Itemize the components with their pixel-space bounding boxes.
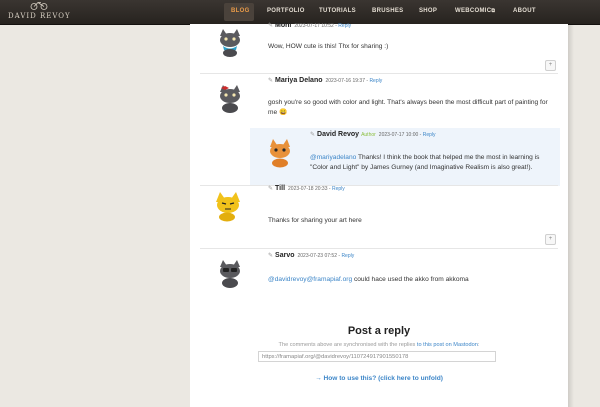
mention-link[interactable]: @davidrevoy@framapiaf.org xyxy=(268,276,352,283)
mastodon-post-link[interactable]: to this post on Mastodon xyxy=(417,342,478,348)
comment-mariya-delano: ✎ Mariya Delano 2023-07-16 19:37 - Reply g… xyxy=(190,74,568,124)
reply-link[interactable]: Reply xyxy=(369,78,382,84)
comment-body: @davidrevoy@framapiaf.org could hace use… xyxy=(268,275,558,285)
nested-reply: ✎ David Revoy Author 2023-07-17 10:00 - Rep… xyxy=(250,128,560,186)
comment-date[interactable]: 2023-07-17 10:52 xyxy=(294,23,333,29)
comment-author[interactable]: Mariya Delano xyxy=(275,77,322,84)
post-reply-title: Post a reply xyxy=(347,325,411,337)
reply-link[interactable]: Reply xyxy=(341,253,354,259)
expand-plus-icon[interactable]: + xyxy=(545,60,556,71)
cat-orange-icon xyxy=(270,139,290,168)
comment-date[interactable]: 2023-07-18 20:33 xyxy=(288,186,327,192)
nav-brushes[interactable]: BRUSHES xyxy=(372,8,403,14)
comments-page: ✎ Mohi 2023-07-17 10:52 - Reply Wow, HOW c… xyxy=(190,22,568,407)
comment-body: gosh you're so good with color and light… xyxy=(268,99,548,116)
reply-link[interactable]: Reply xyxy=(338,23,351,29)
comment-header: ✎ Mariya Delano 2023-07-16 19:37 - Reply xyxy=(268,77,382,84)
pen-icon: ✎ xyxy=(268,78,274,84)
comment-body-text: could hace used the akko from akkoma xyxy=(352,276,469,283)
nav-webcomic[interactable]: WEBCOMIC⧉ xyxy=(455,8,495,14)
comment-author[interactable]: Till xyxy=(275,185,285,192)
sync-notice: The comments above are synchronised with… xyxy=(190,342,568,348)
nav-blog[interactable]: BLOG xyxy=(231,8,250,14)
comment-sarvo: ✎ Sarvo 2023-07-23 07:52 - Reply @davidrev… xyxy=(190,249,568,299)
cat-gray-glasses-icon xyxy=(220,260,240,288)
nav-webcomic-label: WEBCOMIC xyxy=(455,8,492,14)
sync-notice-text: The comments above are synchronised with… xyxy=(278,342,416,348)
nav-shop[interactable]: SHOP xyxy=(419,8,437,14)
external-link-icon: ⧉ xyxy=(491,8,496,14)
mention-link[interactable]: @mariyadelano xyxy=(310,154,356,161)
sync-notice-end: : xyxy=(477,342,480,348)
logo-text: DAVID REVOY xyxy=(8,12,71,20)
reply-link[interactable]: Reply xyxy=(332,186,345,192)
comment-till: ✎ Till 2023-07-18 20:33 - Reply Thanks for… xyxy=(190,185,568,246)
comment-mohi: ✎ Mohi 2023-07-17 10:52 - Reply Wow, HOW c… xyxy=(190,22,568,76)
expand-plus-icon[interactable]: + xyxy=(545,234,556,245)
nav-tutorials[interactable]: TUTORIALS xyxy=(319,8,356,14)
comment-author[interactable]: David Revoy xyxy=(317,131,359,138)
cat-gray-scarf-icon xyxy=(220,29,240,57)
comment-header: ✎ David Revoy Author 2023-07-17 10:00 - Rep… xyxy=(310,131,436,138)
site-logo[interactable]: DAVID REVOY xyxy=(8,1,71,23)
author-badge: Author xyxy=(361,132,376,138)
comment-date[interactable]: 2023-07-23 07:52 xyxy=(298,253,337,259)
comment-header: ✎ Sarvo 2023-07-23 07:52 - Reply xyxy=(268,252,354,259)
comment-body: @mariyadelano Thanks! I think the book t… xyxy=(310,153,556,173)
page-shadow xyxy=(568,24,574,407)
comment-body: Wow, HOW cute is this! Thx for sharing :… xyxy=(268,43,389,50)
comment-author[interactable]: Sarvo xyxy=(275,252,294,259)
pen-icon: ✎ xyxy=(268,253,274,259)
comment-header: ✎ Till 2023-07-18 20:33 - Reply xyxy=(268,185,345,192)
nav-about[interactable]: ABOUT xyxy=(513,8,536,14)
reply-link[interactable]: Reply xyxy=(423,132,436,138)
comment-header: ✎ Mohi 2023-07-17 10:52 - Reply xyxy=(268,22,351,29)
bicycle-logo-icon xyxy=(30,1,48,10)
comment-author[interactable]: Mohi xyxy=(275,22,291,29)
nav-portfolio[interactable]: PORTFOLIO xyxy=(267,8,305,14)
how-to-use-toggle[interactable]: → How to use this? (click here to unfold… xyxy=(190,375,568,382)
pen-icon: ✎ xyxy=(268,186,274,192)
pen-icon: ✎ xyxy=(268,23,274,29)
cat-yellow-icon xyxy=(216,192,240,222)
pen-icon: ✎ xyxy=(310,132,316,138)
comment-body: Thanks for sharing your art here xyxy=(268,217,362,224)
comment-date[interactable]: 2023-07-16 19:37 xyxy=(326,78,365,84)
comment-date[interactable]: 2023-07-17 10:00 xyxy=(379,132,418,138)
mastodon-url-field[interactable]: https://framapiaf.org/@davidrevoy/110724… xyxy=(258,351,496,362)
cat-gray-red-bow-icon xyxy=(220,85,240,113)
